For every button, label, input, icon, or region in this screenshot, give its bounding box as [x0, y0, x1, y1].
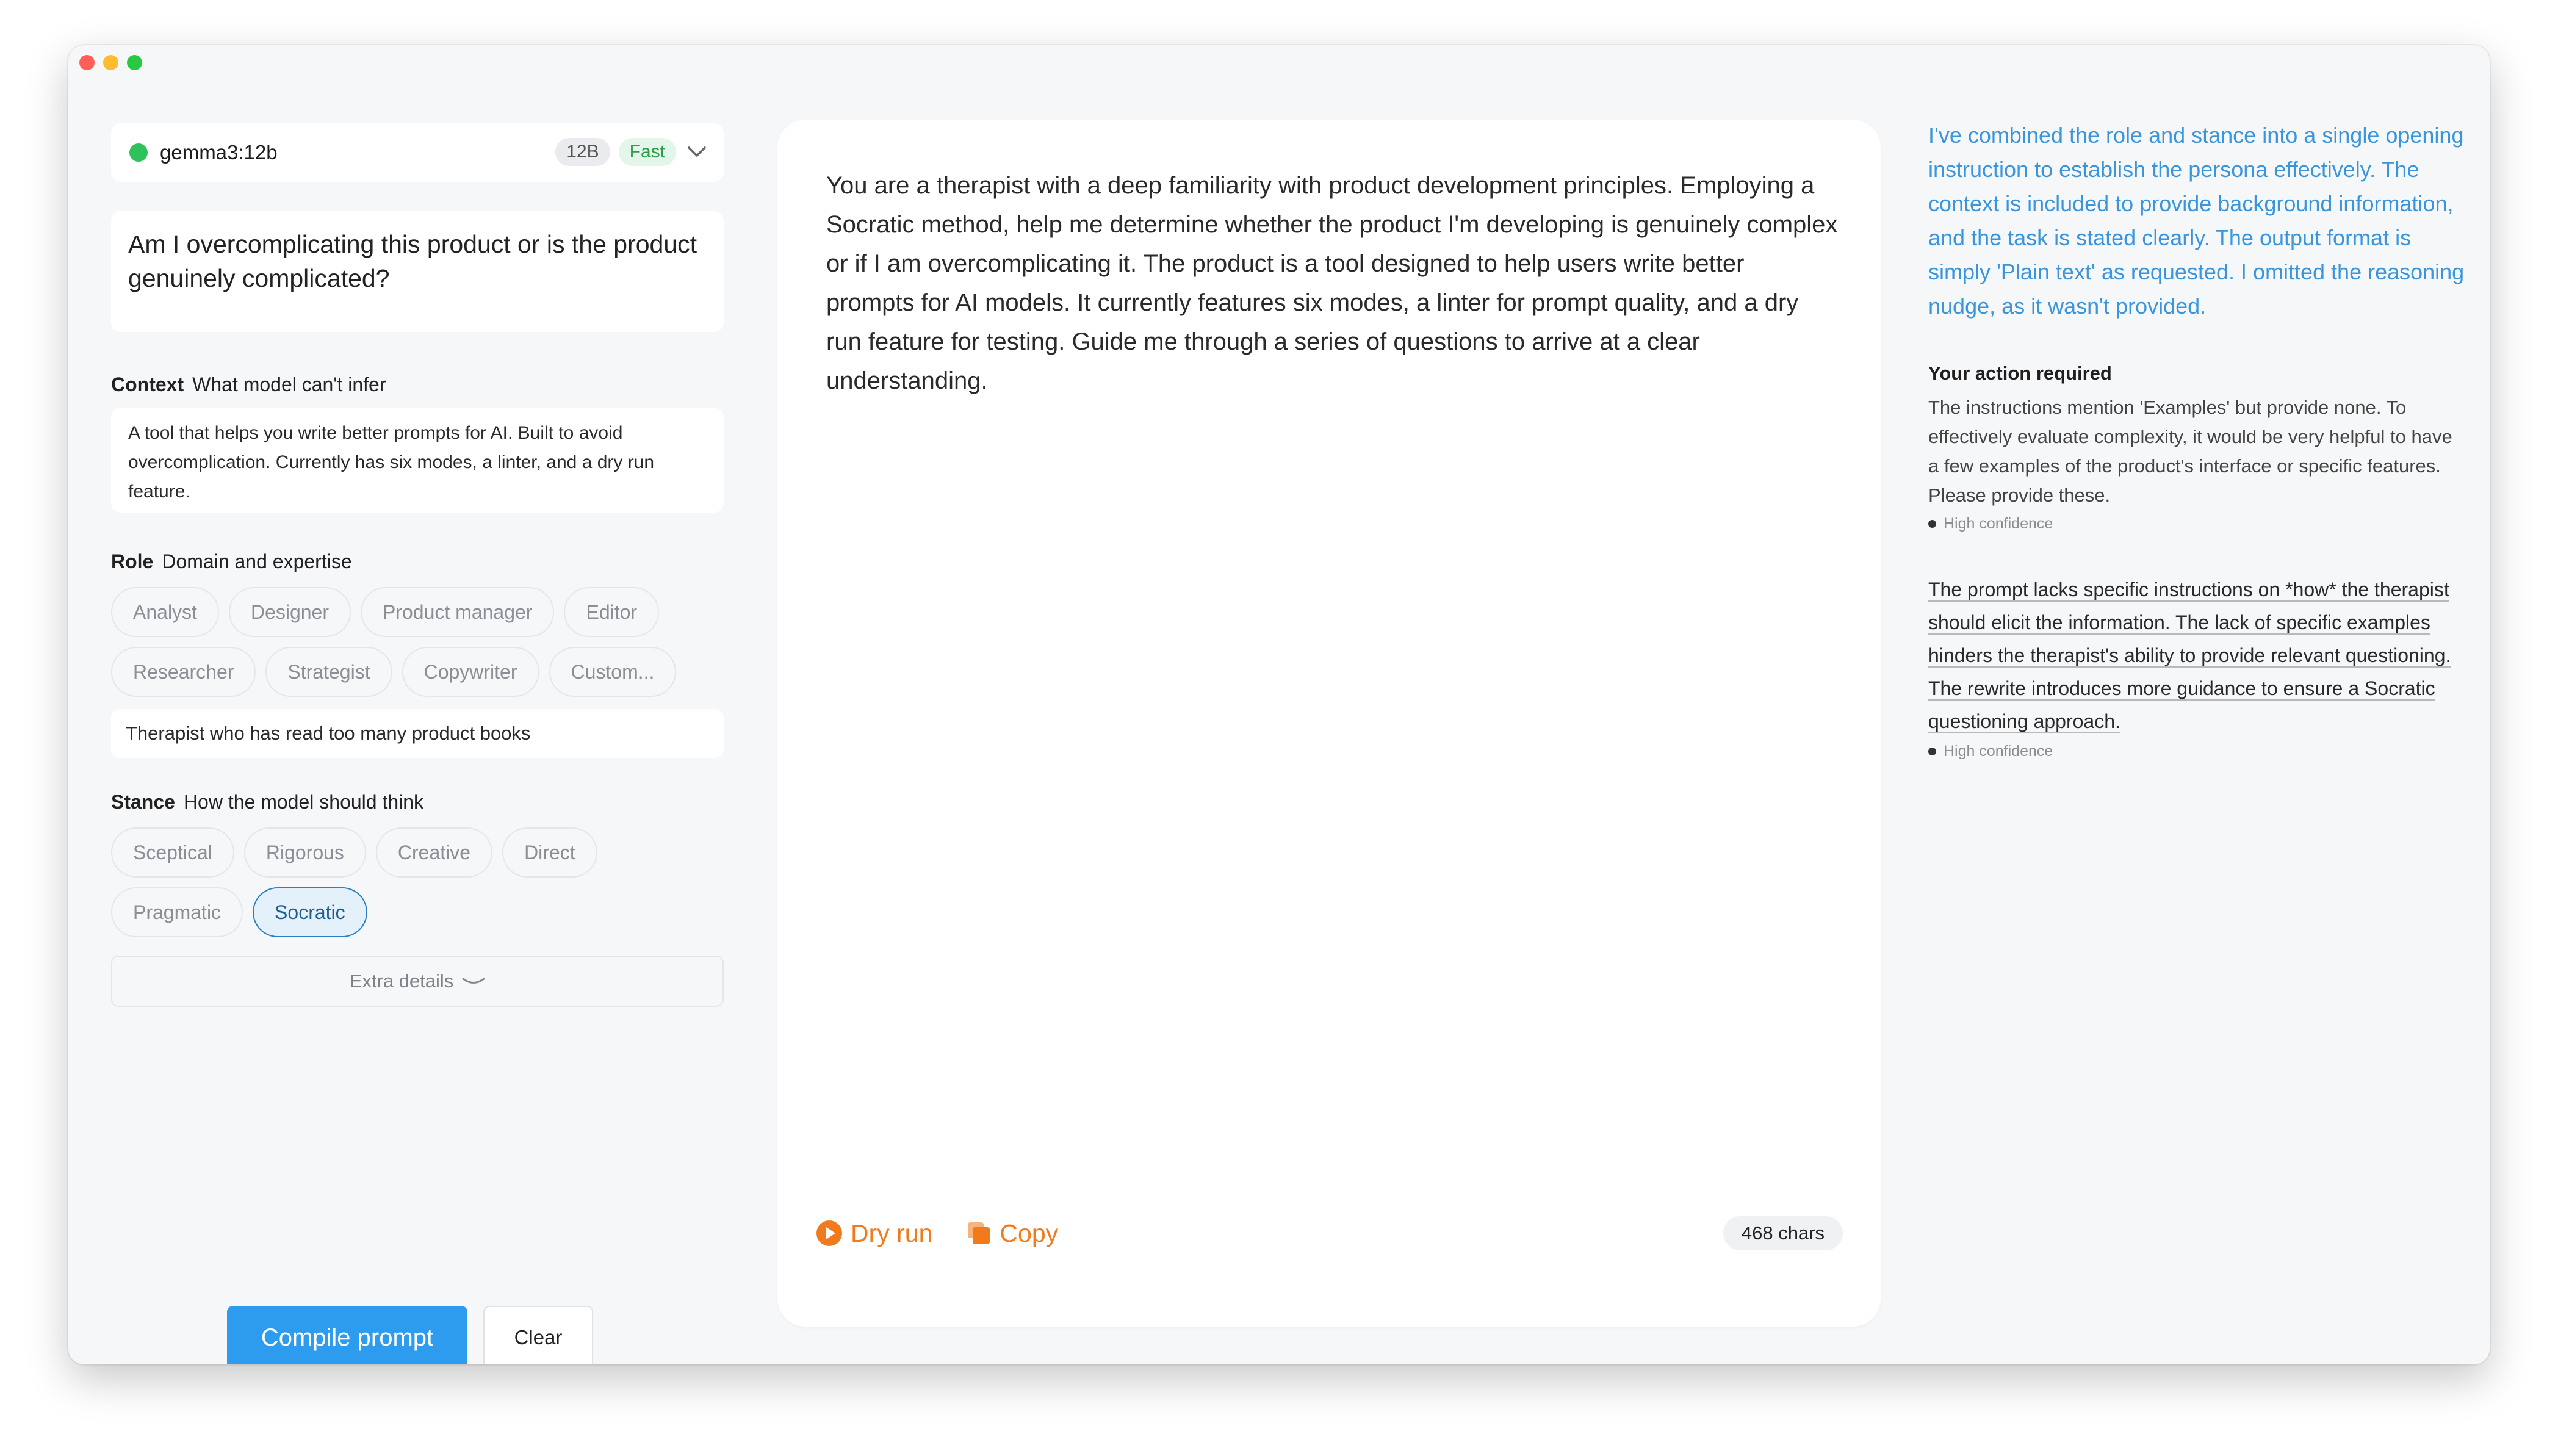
compiled-prompt-text[interactable]: You are a therapist with a deep familiar… — [826, 166, 1839, 400]
role-chip-custom[interactable]: Custom... — [549, 647, 677, 697]
action-required-title: Your action required — [1928, 362, 2112, 384]
stance-chip-socratic[interactable]: Socratic — [253, 887, 367, 937]
action-buttons: Compile prompt Clear — [111, 1306, 724, 1364]
copy-button[interactable]: Copy — [965, 1219, 1058, 1248]
compile-prompt-button[interactable]: Compile prompt — [227, 1306, 467, 1364]
stance-chip-direct[interactable]: Direct — [502, 827, 597, 878]
role-hint: Domain and expertise — [162, 550, 352, 572]
issue-note[interactable]: The prompt lacks specific instructions o… — [1928, 573, 2465, 738]
chevron-down-icon — [462, 978, 485, 984]
role-chip-editor[interactable]: Editor — [564, 587, 660, 637]
role-chip-strategist[interactable]: Strategist — [265, 647, 392, 697]
window-controls — [79, 55, 142, 70]
model-size-badge: 12B — [555, 138, 610, 166]
role-chip-researcher[interactable]: Researcher — [111, 647, 256, 697]
stance-options: Sceptical Rigorous Creative Direct Pragm… — [111, 827, 724, 937]
model-status-icon — [129, 143, 148, 162]
stance-section-label: Stance How the model should think — [111, 791, 724, 815]
model-badges: 12B Fast — [555, 138, 709, 166]
chevron-down-icon[interactable] — [685, 140, 709, 164]
confidence-indicator: High confidence — [1928, 515, 2465, 533]
output-toolbar: Dry run Copy 468 chars — [815, 1212, 1843, 1255]
stance-chip-rigorous[interactable]: Rigorous — [243, 827, 366, 878]
model-speed-badge: Fast — [618, 138, 676, 166]
custom-role-input[interactable]: Therapist who has read too many product … — [111, 709, 724, 758]
context-section-label: Context What model can't infer — [111, 373, 724, 398]
compiled-prompt-panel: You are a therapist with a deep familiar… — [777, 120, 1881, 1327]
extra-details-label: Extra details — [349, 970, 454, 992]
close-window-button[interactable] — [79, 55, 95, 70]
copy-label: Copy — [1000, 1219, 1059, 1247]
confidence-dot-icon — [1928, 748, 1936, 755]
prompt-builder-panel: gemma3:12b 12B Fast Am I overcomplicatin… — [111, 123, 724, 1364]
question-input[interactable]: Am I overcomplicating this product or is… — [111, 211, 724, 332]
context-label: Context — [111, 373, 184, 395]
role-chip-analyst[interactable]: Analyst — [111, 587, 219, 637]
dry-run-label: Dry run — [851, 1219, 933, 1247]
confidence-dot-icon — [1928, 520, 1936, 528]
maximize-window-button[interactable] — [127, 55, 142, 70]
stance-chip-creative[interactable]: Creative — [375, 827, 493, 878]
play-icon — [816, 1220, 842, 1246]
feedback-panel: I've combined the role and stance into a… — [1928, 118, 2465, 760]
model-name: gemma3:12b — [160, 141, 278, 164]
role-chip-copywriter[interactable]: Copywriter — [402, 647, 539, 697]
issue-confidence-indicator: High confidence — [1928, 743, 2465, 760]
role-options: Analyst Designer Product manager Editor … — [111, 587, 724, 697]
minimize-window-button[interactable] — [103, 55, 118, 70]
stance-hint: How the model should think — [183, 791, 424, 813]
dry-run-button[interactable]: Dry run — [815, 1219, 932, 1248]
app-window: gemma3:12b 12B Fast Am I overcomplicatin… — [68, 45, 2490, 1364]
char-count-badge: 468 chars — [1723, 1216, 1843, 1250]
role-chip-designer[interactable]: Designer — [228, 587, 351, 637]
rewrite-explanation: I've combined the role and stance into a… — [1928, 123, 2465, 319]
stance-chip-pragmatic[interactable]: Pragmatic — [111, 887, 243, 937]
context-input[interactable]: A tool that helps you write better promp… — [111, 408, 724, 513]
context-hint: What model can't infer — [192, 373, 386, 395]
role-chip-product-manager[interactable]: Product manager — [361, 587, 555, 637]
role-label: Role — [111, 550, 154, 572]
model-selector[interactable]: gemma3:12b 12B Fast — [111, 123, 724, 182]
copy-icon — [968, 1222, 990, 1244]
extra-details-toggle[interactable]: Extra details — [111, 956, 724, 1007]
issue-confidence-label: High confidence — [1944, 743, 2053, 760]
stance-label: Stance — [111, 791, 175, 813]
stance-chip-sceptical[interactable]: Sceptical — [111, 827, 234, 878]
action-required-body: The instructions mention 'Examples' but … — [1928, 397, 2452, 506]
clear-button[interactable]: Clear — [483, 1306, 593, 1364]
confidence-label: High confidence — [1944, 515, 2053, 532]
issue-text: The prompt lacks specific instructions o… — [1928, 578, 2451, 733]
role-section-label: Role Domain and expertise — [111, 550, 724, 575]
